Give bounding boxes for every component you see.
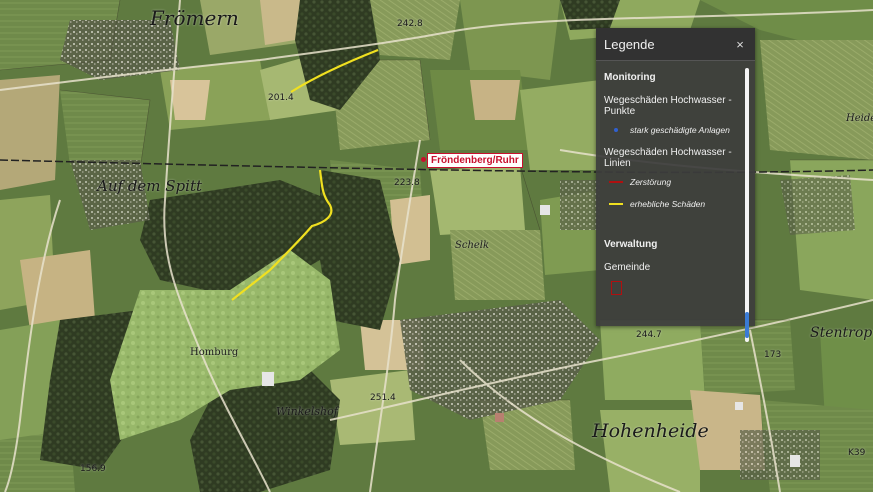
place-label-stentrop: Stentrop xyxy=(810,325,873,341)
legend-scrollbar-thumb[interactable] xyxy=(745,312,749,338)
elevation-label: 201.4 xyxy=(268,93,294,103)
red-line-icon xyxy=(608,181,624,183)
place-label-schelk: Schelk xyxy=(455,240,490,251)
elevation-label: 223.8 xyxy=(394,178,420,188)
legend-layer-gemeinde: Gemeinde xyxy=(604,262,651,273)
legend-layer-lines: Wegeschäden Hochwasser - Linien xyxy=(604,147,732,169)
elevation-label: 242.8 xyxy=(397,19,423,29)
elevation-label: 251.4 xyxy=(370,393,396,403)
legend-group-monitoring: Monitoring xyxy=(604,72,656,83)
legend-body: Monitoring Wegeschäden Hochwasser - Punk… xyxy=(604,68,741,320)
place-label-winkelshof: Winkelshof xyxy=(276,405,338,418)
legend-panel: Legende × Monitoring Wegeschäden Hochwas… xyxy=(596,28,755,342)
legend-scrollbar[interactable] xyxy=(745,68,749,342)
elevation-label: 244.7 xyxy=(636,330,662,340)
place-label-hohenheide: Hohenheide xyxy=(592,420,709,442)
elevation-label: 156.9 xyxy=(80,464,106,474)
legend-title: Legende xyxy=(604,36,655,52)
legend-item-label: stark geschädigte Anlagen xyxy=(630,125,730,135)
place-label-homburg: Homburg xyxy=(190,347,239,358)
legend-header: Legende × xyxy=(596,28,755,61)
legend-item-damaged-facilities: stark geschädigte Anlagen xyxy=(608,125,741,135)
legend-item-destruction: Zerstörung xyxy=(608,177,741,187)
road-label: K39 xyxy=(848,448,866,458)
legend-item-municipality xyxy=(608,281,741,295)
legend-item-label: Zerstörung xyxy=(630,177,672,187)
close-icon[interactable]: × xyxy=(733,37,747,52)
town-marker-icon[interactable] xyxy=(421,157,426,162)
yellow-line-icon xyxy=(608,203,624,205)
red-outline-rect-icon xyxy=(608,281,624,295)
legend-layer-points: Wegeschäden Hochwasser - Punkte xyxy=(604,95,732,117)
place-label-heide: Heide xyxy=(846,113,873,124)
blue-dot-icon xyxy=(608,128,624,132)
town-label[interactable]: Fröndenberg/Ruhr xyxy=(427,153,523,168)
legend-group-verwaltung: Verwaltung xyxy=(604,239,658,250)
legend-item-significant-damage: erhebliche Schäden xyxy=(608,199,741,209)
legend-item-label: erhebliche Schäden xyxy=(630,199,706,209)
place-label-froemern: Frömern xyxy=(150,6,239,30)
elevation-label: 173 xyxy=(764,350,782,360)
place-label-auf-dem-spitt: Auf dem Spitt xyxy=(97,177,203,195)
